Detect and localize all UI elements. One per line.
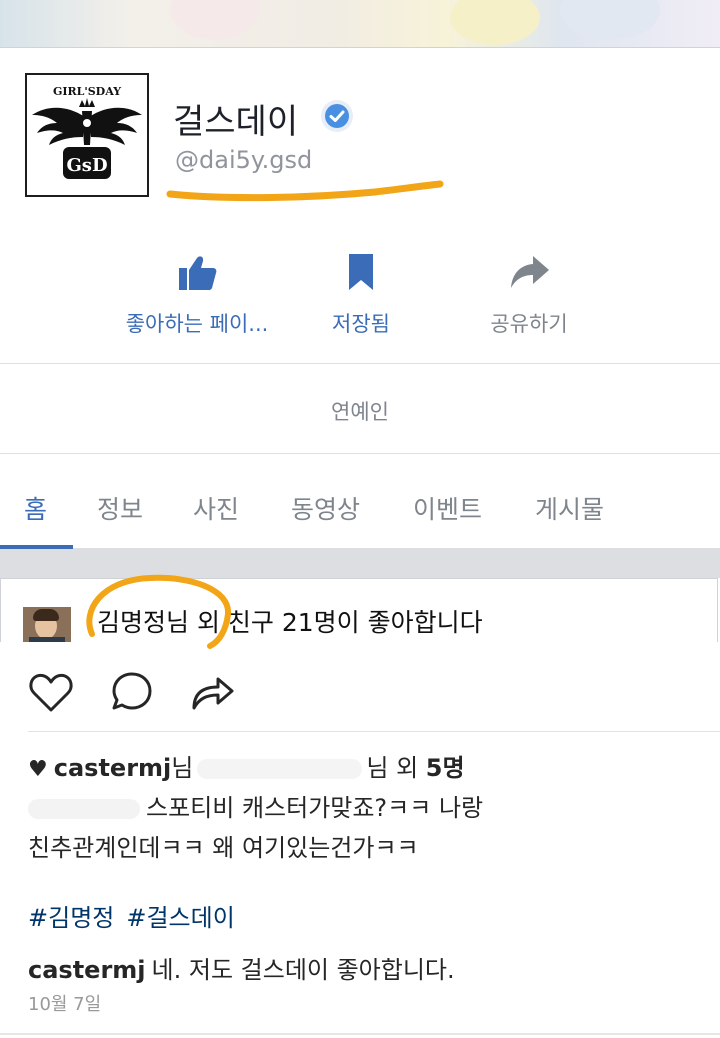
share-button-label: 공유하기 xyxy=(490,312,568,336)
cover-decoration xyxy=(560,0,660,40)
divider xyxy=(0,1033,720,1035)
hashtag-link[interactable]: #김명정 xyxy=(28,904,114,932)
logo-text-bottom: GsD xyxy=(66,155,107,176)
profile-picture[interactable]: GIRL'SDAY GsD xyxy=(25,73,149,197)
cover-decoration xyxy=(450,0,540,45)
avatar-shirt xyxy=(29,637,65,642)
page-category[interactable]: 연예인 xyxy=(0,396,720,426)
likes-suffix-2: 님 외 xyxy=(366,754,419,782)
likes-suffix: 님 xyxy=(171,754,194,782)
post-caption: 스포티비 캐스터가맞죠?ㅋㅋ 나랑 친추관계인데ㅋㅋ 왜 여기있는건가ㅋㅋ xyxy=(28,788,483,868)
cover-decoration xyxy=(170,0,260,40)
tab-posts[interactable]: 게시물 xyxy=(535,490,604,526)
share-button[interactable]: 공유하기 xyxy=(429,250,629,338)
orange-underline-marker xyxy=(166,180,444,202)
tab-info[interactable]: 정보 xyxy=(97,490,143,526)
active-tab-indicator xyxy=(0,545,73,549)
tab-events[interactable]: 이벤트 xyxy=(413,490,482,526)
page-handle: @dai5y.gsd xyxy=(175,146,313,174)
comment-text: 네. 저도 걸스데이 좋아합니다. xyxy=(151,956,455,984)
caption-line-2: 친추관계인데ㅋㅋ 왜 여기있는건가ㅋㅋ xyxy=(28,834,419,862)
blurred-caption-user xyxy=(28,799,140,819)
likes-username[interactable]: castermj xyxy=(54,754,172,782)
caption-line-1: 스포티비 캐스터가맞죠?ㅋㅋ 나랑 xyxy=(146,794,484,822)
thumbs-up-icon xyxy=(179,256,217,290)
avatar-hair xyxy=(33,609,59,621)
orange-circle-marker xyxy=(86,574,231,649)
tab-photos[interactable]: 사진 xyxy=(193,490,239,526)
friend-avatar[interactable] xyxy=(23,607,71,642)
divider xyxy=(0,363,720,364)
likes-summary[interactable]: ♥ castermj님 님 외 5명 xyxy=(28,748,465,783)
likes-count[interactable]: 5명 xyxy=(426,754,465,782)
cover-photo[interactable] xyxy=(0,0,720,48)
logo-text-top: GIRL'SDAY xyxy=(53,85,121,98)
share-arrow-icon xyxy=(511,256,549,288)
comment: castermj 네. 저도 걸스데이 좋아합니다. xyxy=(28,950,455,985)
hashtag-list: #김명정 #걸스데이 xyxy=(28,898,247,933)
girls-day-logo-icon: GIRL'SDAY GsD xyxy=(32,85,142,179)
tab-home[interactable]: 홈 xyxy=(24,490,47,526)
tab-videos[interactable]: 동영상 xyxy=(291,490,360,526)
heart-outline-icon[interactable] xyxy=(27,668,75,716)
hashtag-link[interactable]: #걸스데이 xyxy=(126,904,234,932)
comment-bubble-icon[interactable] xyxy=(108,668,156,716)
bookmark-icon xyxy=(349,254,373,290)
divider xyxy=(0,453,720,454)
post-date: 10월 7일 xyxy=(28,994,102,1015)
share-icon[interactable] xyxy=(188,668,236,716)
divider xyxy=(0,47,720,48)
verified-badge-icon xyxy=(321,100,353,132)
comment-username[interactable]: castermj xyxy=(28,956,146,984)
page-title: 걸스데이 xyxy=(173,102,299,142)
divider xyxy=(28,731,720,732)
blurred-username xyxy=(197,759,363,779)
heart-filled-icon: ♥ xyxy=(28,757,48,782)
